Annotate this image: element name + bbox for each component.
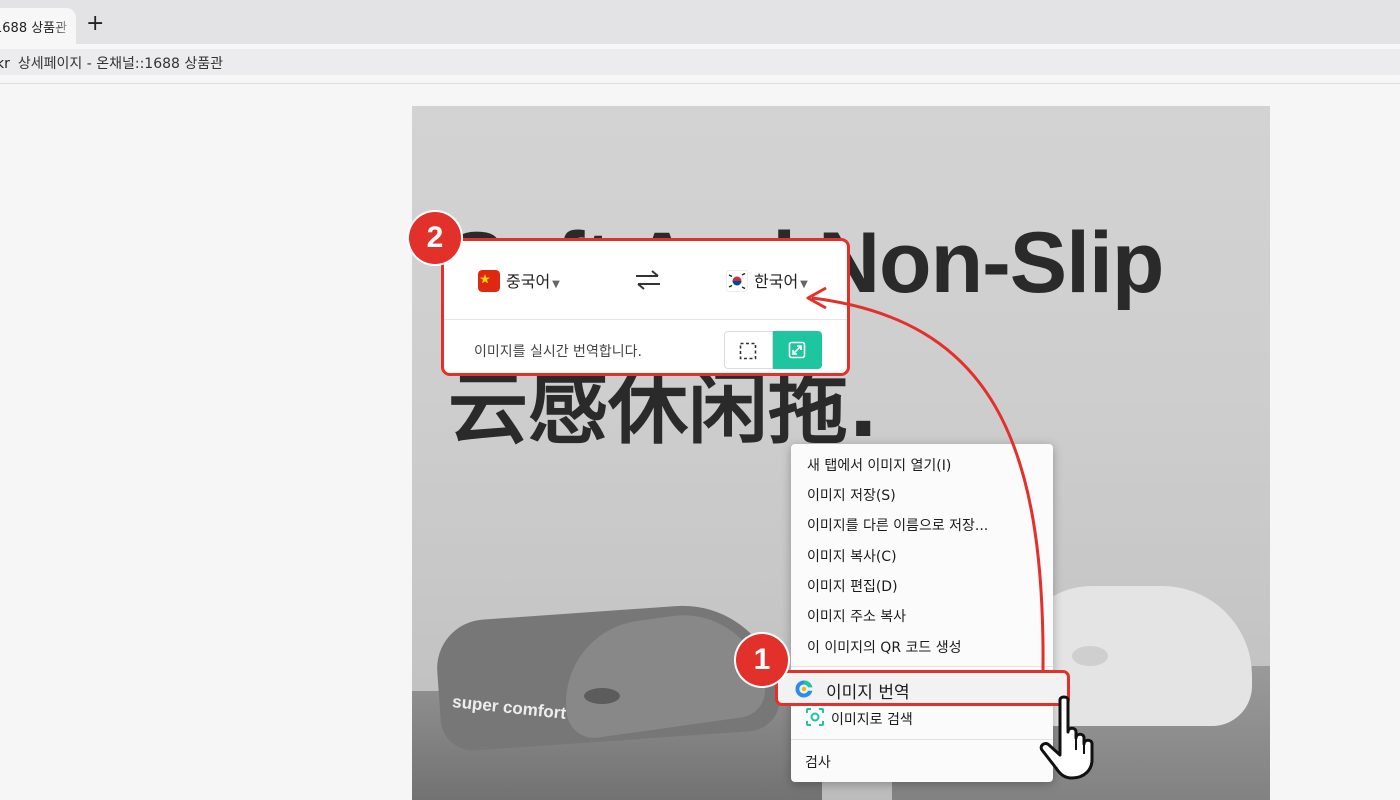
address-bar: kr 상세페이지 - 온채널::1688 상품관 (0, 44, 1400, 80)
step-1-badge: 1 (736, 634, 788, 686)
region-select-button[interactable] (724, 331, 773, 369)
target-language-select[interactable]: 한국어 ▼ (726, 268, 808, 292)
menu-separator (791, 739, 1053, 740)
toolbar-divider (0, 83, 1400, 84)
menu-translate-image[interactable]: 이미지 번역 (775, 670, 1070, 706)
url-field[interactable]: kr 상세페이지 - 온채널::1688 상품관 (0, 49, 1400, 75)
menu-translate-label: 이미지 번역 (826, 683, 910, 703)
caret-down-icon: ▼ (800, 279, 808, 290)
menu-copy-image[interactable]: 이미지 복사(C) (807, 546, 897, 566)
menu-qr-code[interactable]: 이 이미지의 QR 코드 생성 (807, 637, 961, 657)
panel-divider (444, 319, 847, 320)
new-tab-button[interactable]: + (86, 12, 104, 36)
translate-app-icon (795, 680, 813, 698)
tab-bar: 1688 상품관 + (0, 0, 1400, 44)
menu-save-image[interactable]: 이미지 저장(S) (807, 485, 896, 505)
target-language-label: 한국어 (754, 272, 799, 291)
menu-open-image-new-tab[interactable]: 새 탭에서 이미지 열기(I) (807, 455, 951, 475)
caret-down-icon: ▼ (552, 279, 560, 290)
swap-arrows-icon[interactable] (634, 269, 662, 291)
fullscreen-translate-button[interactable] (773, 331, 822, 369)
expand-icon (788, 341, 806, 359)
page-title: 상세페이지 - 온채널::1688 상품관 (17, 56, 224, 72)
slipper-gray-hole (584, 688, 620, 704)
menu-save-image-as[interactable]: 이미지를 다른 이름으로 저장... (807, 515, 988, 535)
menu-inspect[interactable]: 검사 (805, 752, 831, 772)
slipper-white-hole (1072, 646, 1108, 666)
menu-edit-image[interactable]: 이미지 편집(D) (807, 576, 898, 596)
menu-separator (791, 666, 1053, 667)
lens-icon (806, 708, 824, 726)
source-language-select[interactable]: 중국어 ▼ (478, 268, 560, 292)
hand-cursor-icon (1039, 695, 1094, 780)
context-menu: 새 탭에서 이미지 열기(I) 이미지 저장(S) 이미지를 다른 이름으로 저… (791, 444, 1053, 782)
translator-panel: 중국어 ▼ 한국어 ▼ 이미지를 실시간 번역합니다. (441, 238, 850, 376)
korea-flag-icon (726, 270, 748, 292)
dashed-square-icon (739, 342, 757, 360)
menu-copy-image-address[interactable]: 이미지 주소 복사 (807, 606, 906, 626)
china-flag-icon (478, 270, 500, 292)
panel-description: 이미지를 실시간 번역합니다. (474, 344, 642, 360)
step-2-badge: 2 (409, 212, 461, 264)
url-domain: kr (0, 56, 10, 72)
browser-tab[interactable]: 1688 상품관 (0, 8, 76, 44)
source-language-label: 중국어 (506, 272, 551, 291)
menu-search-by-image[interactable]: 이미지로 검색 (831, 709, 913, 729)
